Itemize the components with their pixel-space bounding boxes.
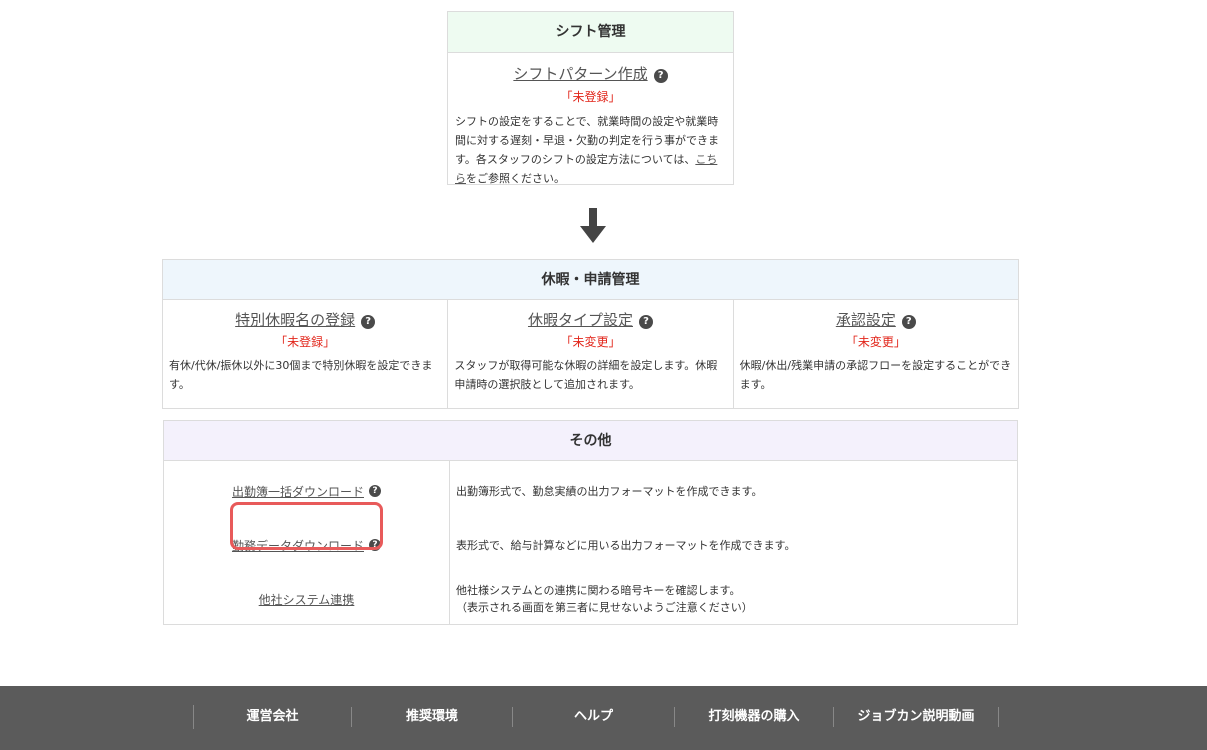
- shift-desc-text: シフトの設定をすることで、就業時間の設定や就業時間に対する遅刻・早退・欠勤の判定…: [455, 115, 719, 166]
- other-panel-header: その他: [164, 421, 1017, 461]
- leave-management-panel: 休暇・申請管理 特別休暇名の登録? 「未登録」 有休/代休/振休以外に30個まで…: [162, 259, 1019, 409]
- shift-panel-header: シフト管理: [448, 12, 733, 53]
- footer: 運営会社 推奨環境 ヘルプ 打刻機器の購入 ジョブカン説明動画: [0, 686, 1207, 750]
- help-icon[interactable]: ?: [369, 485, 381, 497]
- approval-card: 承認設定? 「未変更」 休暇/休出/残業申請の承認フローを設定することができます…: [734, 300, 1018, 408]
- list-item: 他社システム連携 他社様システムとの連携に関わる暗号キーを確認します。 （表示さ…: [164, 572, 1017, 626]
- shift-management-panel: シフト管理 シフトパターン作成? 「未登録」 シフトの設定をすることで、就業時間…: [447, 11, 734, 185]
- footer-link-purchase-devices[interactable]: 打刻機器の購入: [675, 707, 834, 727]
- leave-type-status-badge: 「未変更」: [560, 335, 621, 349]
- approval-status-badge: 「未変更」: [845, 335, 906, 349]
- help-icon[interactable]: ?: [653, 69, 668, 83]
- approval-description: 休暇/休出/残業申請の承認フローを設定することができます。: [739, 359, 1012, 391]
- footer-link-environment[interactable]: 推奨環境: [352, 707, 513, 727]
- footer-link-company[interactable]: 運営会社: [194, 707, 352, 727]
- special-leave-status-badge: 「未登録」: [275, 335, 336, 349]
- work-data-description: 表形式で、給与計算などに用いる出力フォーマットを作成できます。: [456, 538, 796, 552]
- other-panel: その他 出勤簿一括ダウンロード? 出勤簿形式で、勤怠実績の出力フォーマットを作成…: [163, 420, 1018, 625]
- shift-description: シフトの設定をすることで、就業時間の設定や就業時間に対する遅刻・早退・欠勤の判定…: [448, 105, 733, 188]
- leave-panel-header: 休暇・申請管理: [163, 260, 1018, 300]
- leave-type-card: 休暇タイプ設定? 「未変更」 スタッフが取得可能な休暇の詳細を設定します。休暇申…: [448, 300, 734, 408]
- external-system-link[interactable]: 他社システム連携: [259, 591, 355, 608]
- leave-type-link[interactable]: 休暇タイプ設定: [528, 311, 633, 329]
- shift-status-badge: 「未登録」: [560, 90, 621, 104]
- external-system-description: 他社様システムとの連携に関わる暗号キーを確認します。: [456, 584, 741, 597]
- approval-settings-link[interactable]: 承認設定: [836, 311, 896, 329]
- down-arrow-icon: [580, 208, 606, 243]
- settings-page: シフト管理 シフトパターン作成? 「未登録」 シフトの設定をすることで、就業時間…: [0, 0, 1207, 750]
- footer-nav: 運営会社 推奨環境 ヘルプ 打刻機器の購入 ジョブカン説明動画: [193, 705, 999, 729]
- external-system-warning: （表示される画面を第三者に見せないようご注意ください）: [456, 601, 753, 614]
- shift-pattern-link[interactable]: シフトパターン作成: [513, 65, 647, 83]
- leave-type-description: スタッフが取得可能な休暇の詳細を設定します。休暇申請時の選択肢として追加されます…: [454, 359, 718, 391]
- footer-link-help[interactable]: ヘルプ: [513, 707, 675, 727]
- special-leave-card: 特別休暇名の登録? 「未登録」 有休/代休/振休以外に30個まで特別休暇を設定で…: [163, 300, 449, 408]
- help-icon[interactable]: ?: [901, 315, 916, 329]
- help-icon[interactable]: ?: [361, 315, 376, 329]
- special-leave-description: 有休/代休/振休以外に30個まで特別休暇を設定できます。: [169, 359, 433, 391]
- shift-desc-text-end: をご参照ください。: [466, 172, 565, 185]
- footer-link-tutorial-videos[interactable]: ジョブカン説明動画: [834, 707, 999, 727]
- attendance-bulk-download-link[interactable]: 出勤簿一括ダウンロード: [232, 483, 364, 500]
- special-leave-link[interactable]: 特別休暇名の登録: [235, 311, 355, 329]
- highlight-annotation: [230, 502, 383, 550]
- attendance-download-description: 出勤簿形式で、勤怠実績の出力フォーマットを作成できます。: [456, 484, 763, 498]
- help-icon[interactable]: ?: [639, 315, 653, 329]
